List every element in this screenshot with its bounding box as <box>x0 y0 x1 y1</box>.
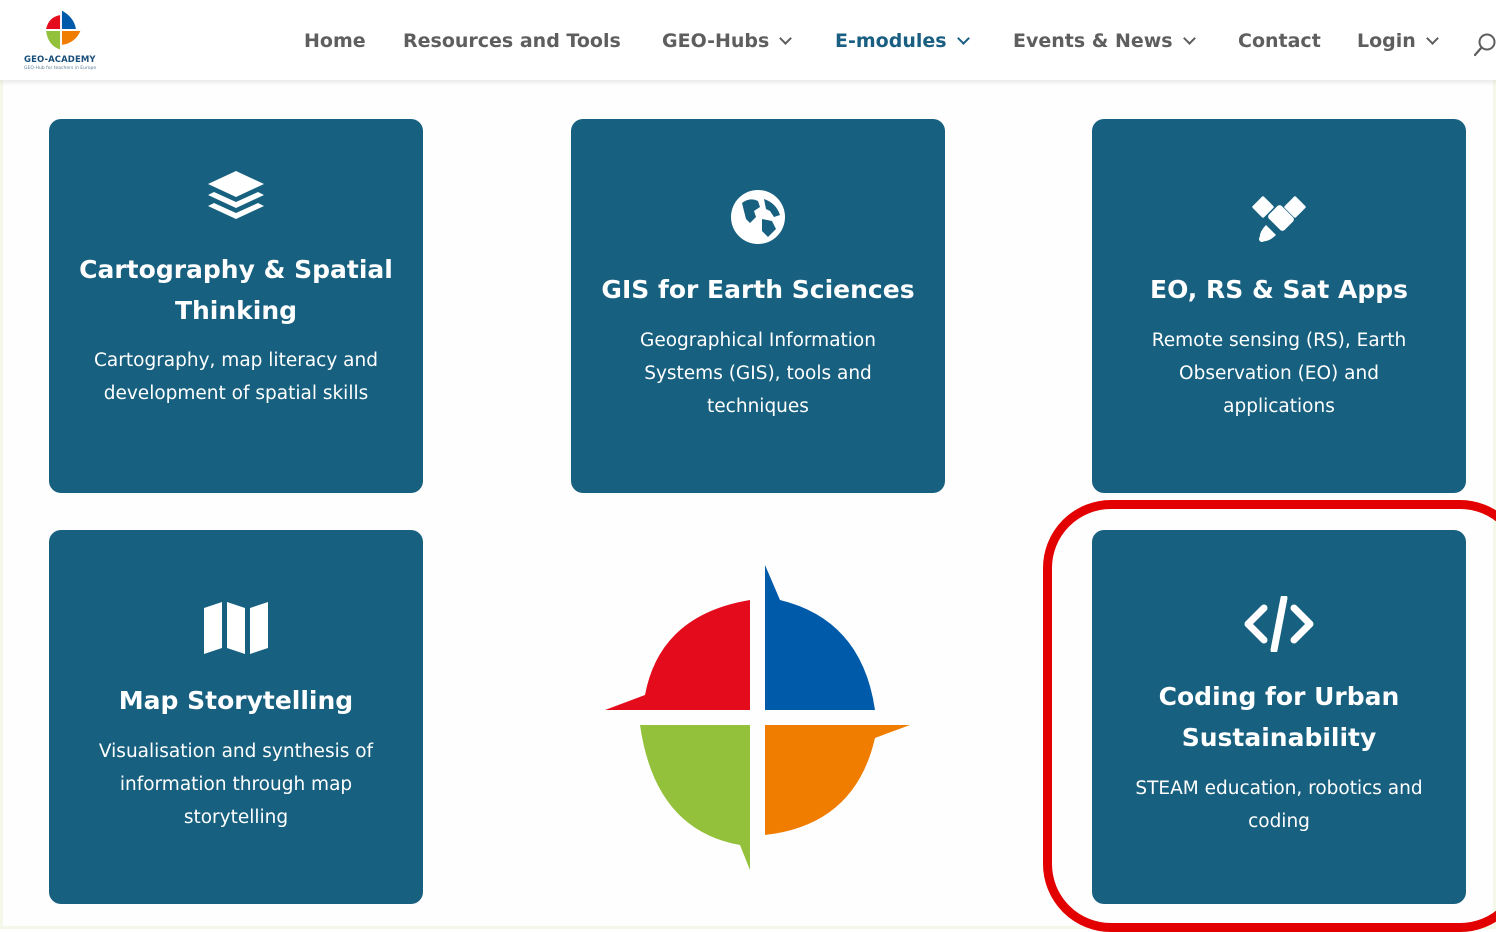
search-icon[interactable] <box>1473 32 1496 58</box>
nav-events-news[interactable]: Events & News <box>1013 30 1196 52</box>
layers-icon <box>49 169 423 227</box>
module-card-coding[interactable]: Coding for Urban Sustainability STEAM ed… <box>1092 530 1466 904</box>
satellite-icon <box>1092 189 1466 247</box>
site-header: GEO-ACADEMY GEO-Hub for teachers in Euro… <box>0 0 1496 80</box>
module-description: Geographical Information Systems (GIS), … <box>640 330 876 417</box>
nav-geo-hubs[interactable]: GEO-Hubs <box>662 30 793 52</box>
nav-contact[interactable]: Contact <box>1238 30 1321 52</box>
nav-resources-and-tools[interactable]: Resources and Tools <box>403 30 621 52</box>
chevron-down-icon <box>956 32 970 45</box>
compass-logo-icon <box>46 10 81 50</box>
nav-e-modules[interactable]: E-modules <box>835 30 970 52</box>
module-card-gis[interactable]: GIS for Earth Sciences Geographical Info… <box>571 119 945 493</box>
geo-academy-compass-logo <box>600 560 915 875</box>
chevron-down-icon <box>779 32 793 45</box>
module-description: Remote sensing (RS), Earth Observation (… <box>1151 330 1407 417</box>
module-card-cartography[interactable]: Cartography & Spatial Thinking Cartograp… <box>49 119 423 493</box>
module-description: Cartography, map literacy and developmen… <box>94 350 378 404</box>
module-title: Coding for Urban Sustainability <box>1158 682 1400 752</box>
module-title: Map Storytelling <box>118 686 354 715</box>
module-description: STEAM education, robotics and coding <box>1135 778 1423 832</box>
logo-name: GEO-ACADEMY <box>24 55 96 65</box>
module-description: Visualisation and synthesis of informati… <box>98 741 374 828</box>
chevron-down-icon <box>1425 32 1439 45</box>
module-title: GIS for Earth Sciences <box>601 275 915 304</box>
module-card-eo-rs[interactable]: EO, RS & Sat Apps Remote sensing (RS), E… <box>1092 119 1466 493</box>
chevron-down-icon <box>1182 32 1196 45</box>
code-icon <box>1092 596 1466 652</box>
module-title: Cartography & Spatial Thinking <box>79 255 393 325</box>
compass-logo-icon <box>605 565 910 870</box>
site-logo[interactable]: GEO-ACADEMY GEO-Hub for teachers in Euro… <box>22 10 102 74</box>
map-icon <box>49 602 423 654</box>
nav-login[interactable]: Login <box>1357 30 1439 52</box>
logo-tagline: GEO-Hub for teachers in Europe <box>24 66 97 71</box>
module-card-map-storytelling[interactable]: Map Storytelling Visualisation and synth… <box>49 530 423 904</box>
module-title: EO, RS & Sat Apps <box>1150 275 1408 304</box>
globe-icon <box>571 189 945 245</box>
nav-home[interactable]: Home <box>304 30 366 52</box>
